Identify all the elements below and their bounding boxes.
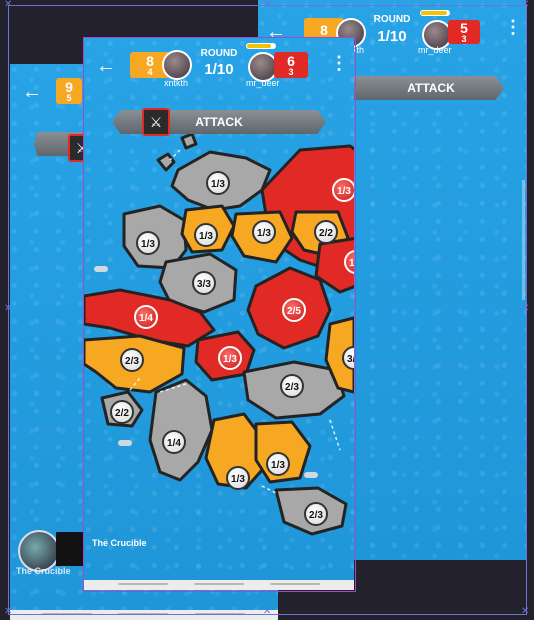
resize-handle-icon[interactable]: ✕ <box>263 607 271 617</box>
resize-handle-icon[interactable]: ✕ <box>4 304 12 314</box>
resize-handle-icon[interactable]: ✕ <box>4 607 12 617</box>
resize-handle-icon[interactable]: ✕ <box>521 304 529 314</box>
selection-box-main <box>83 37 356 592</box>
resize-handle-icon[interactable]: ✕ <box>521 0 529 10</box>
resize-handle-icon[interactable]: ✕ <box>4 0 12 10</box>
resize-handle-icon[interactable]: ✕ <box>263 0 271 10</box>
resize-handle-icon[interactable]: ✕ <box>521 607 529 617</box>
